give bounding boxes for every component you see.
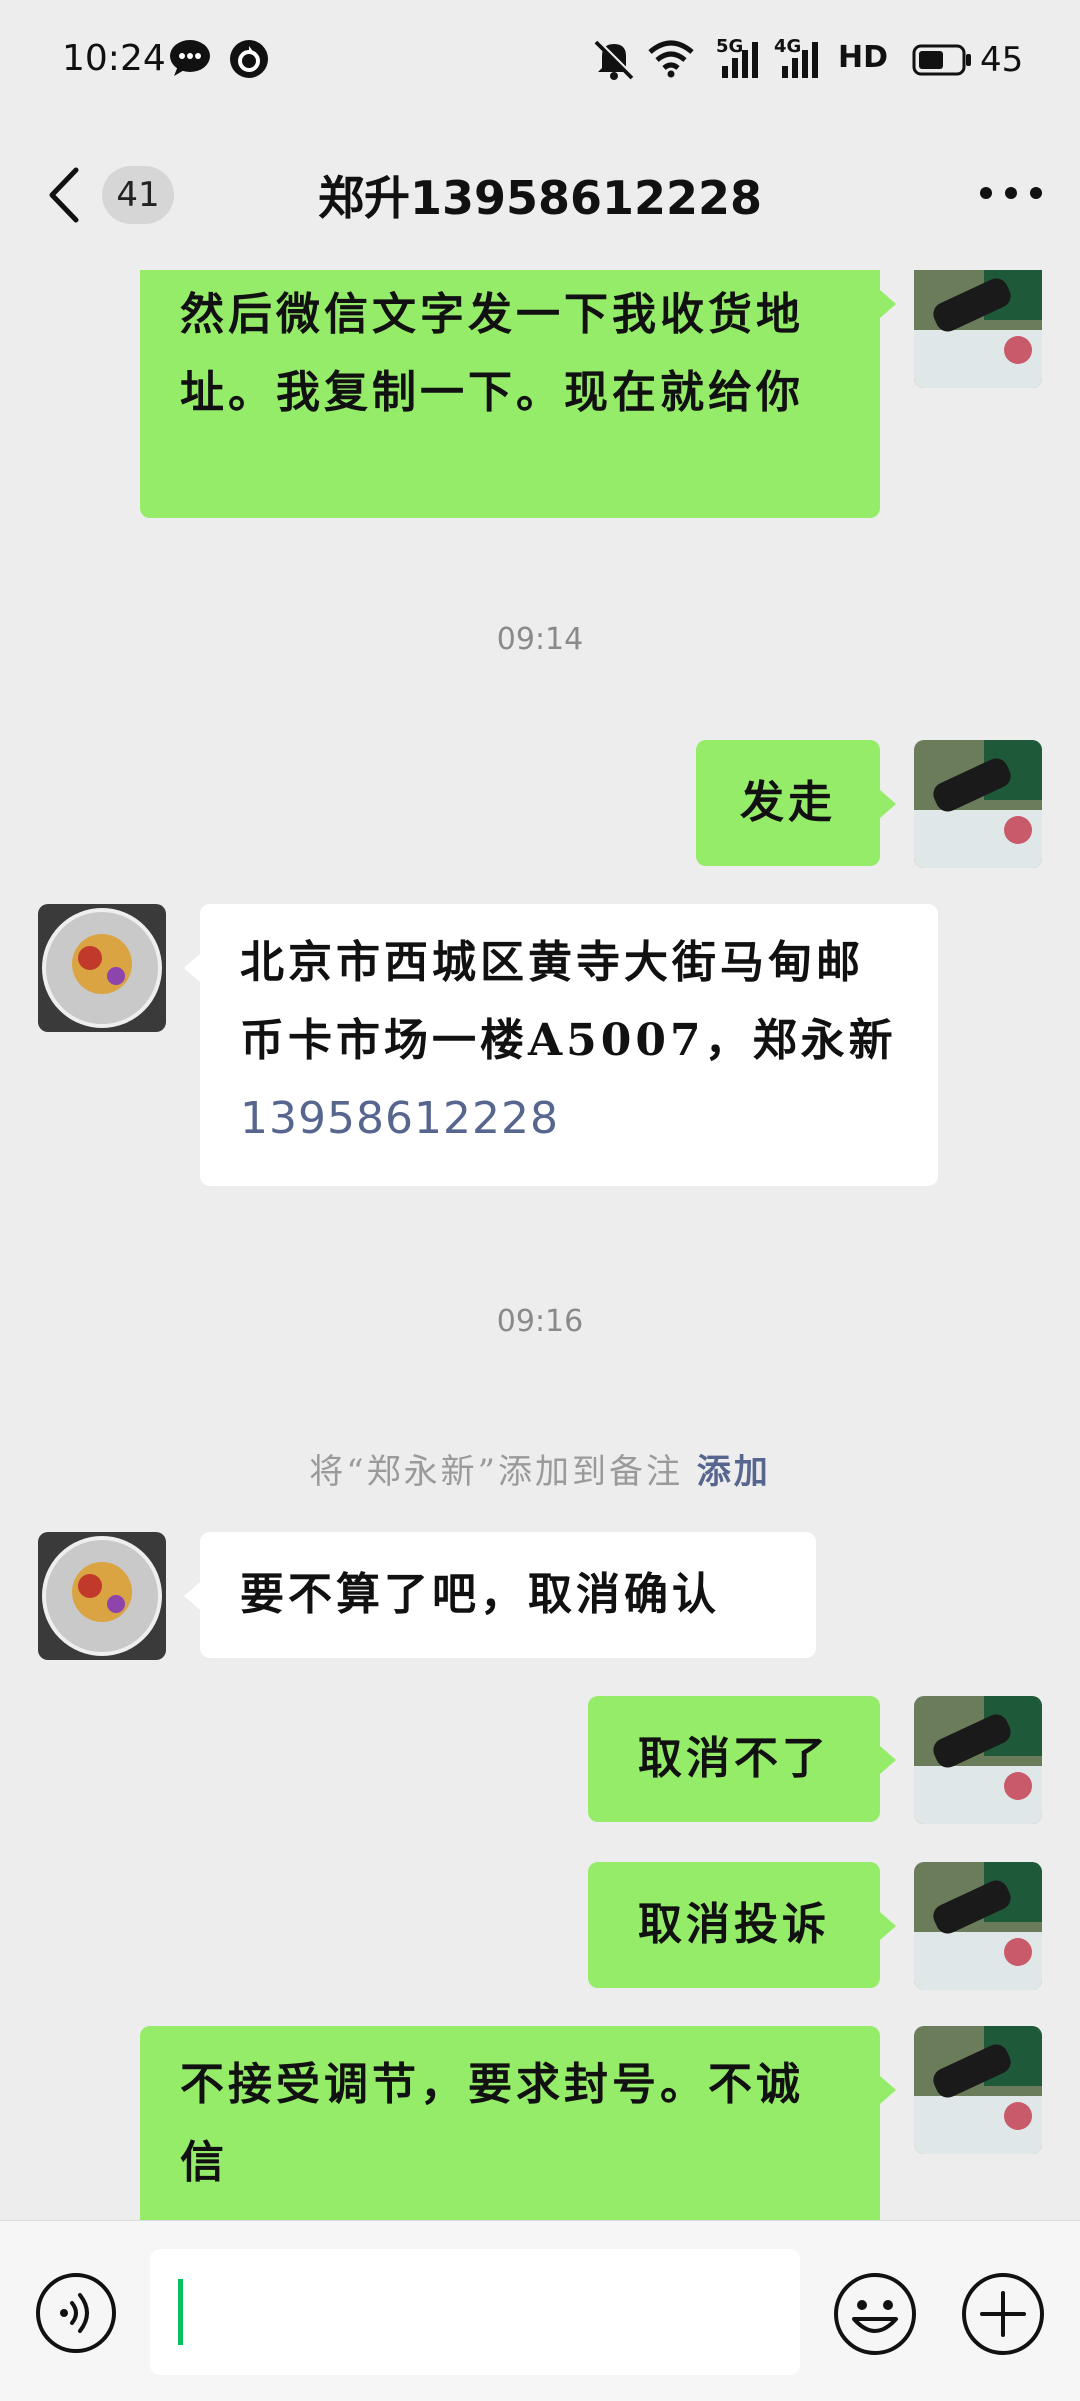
contact-avatar[interactable] [38, 1532, 166, 1660]
message-bubble[interactable]: 不接受调节，要求封号。不诚信 [140, 2026, 880, 2220]
more-dots-icon [980, 187, 1042, 199]
message-bubble[interactable]: 北京市西城区黄寺大街马甸邮币卡市场一楼A5007，郑永新 13958612228 [200, 904, 938, 1186]
flashlight-photo-avatar [914, 270, 1042, 388]
my-avatar[interactable] [914, 1696, 1042, 1824]
chevron-left-icon [49, 167, 79, 223]
signal-icon [722, 42, 758, 78]
message-notification-icon [170, 40, 210, 76]
message-bubble[interactable]: 要不算了吧，取消确认 [200, 1532, 816, 1658]
status-time: 10:24 [62, 38, 166, 79]
remark-suggestion-text: 将“郑永新”添加到备注 [309, 1452, 683, 1492]
wifi-icon [648, 40, 694, 78]
message-text: 北京市西城区黄寺大街马甸邮币卡市场一楼A5007，郑永新 [240, 937, 897, 1066]
phone-number-link[interactable]: 13958612228 [240, 1093, 559, 1144]
mute-icon [594, 39, 635, 80]
my-avatar[interactable] [914, 1862, 1042, 1990]
add-remark-link[interactable]: 添加 [697, 1452, 771, 1492]
remark-suggestion: 将“郑永新”添加到备注 添加 [0, 1444, 1080, 1493]
emoji-icon [834, 2273, 916, 2355]
voice-input-button[interactable] [34, 2271, 118, 2355]
message-input[interactable] [150, 2249, 800, 2375]
message-bubble[interactable]: 然后微信文字发一下我收货地址。我复制一下。现在就给你 [140, 270, 880, 518]
input-bar [0, 2220, 1080, 2401]
message-bubble[interactable]: 取消投诉 [588, 1862, 880, 1988]
chat-title: 郑升13958612228 [317, 171, 763, 225]
battery-icon [912, 44, 971, 76]
back-button[interactable]: 41 [44, 164, 174, 226]
battery-level: 45 [980, 40, 1024, 80]
flashlight-photo-avatar [914, 2026, 1042, 2154]
timestamp: 09:16 [496, 1304, 584, 1339]
coin-photo-avatar [38, 904, 166, 1032]
more-button[interactable] [976, 168, 1046, 218]
plus-circle-icon [962, 2273, 1044, 2355]
my-avatar[interactable] [914, 2026, 1042, 2154]
coin-photo-avatar [38, 1532, 166, 1660]
chat-message-list[interactable]: 然后微信文字发一下我收货地址。我复制一下。现在就给你 09:14 发走 北京市西… [0, 270, 1080, 2220]
hd-label: HD [838, 40, 889, 75]
flashlight-photo-avatar [914, 1696, 1042, 1824]
message-bubble[interactable]: 取消不了 [588, 1696, 880, 1822]
chat-header: 41 郑升13958612228 [0, 120, 1080, 270]
app-notification-icon [230, 40, 268, 78]
more-actions-button[interactable] [960, 2271, 1046, 2357]
timestamp: 09:14 [496, 622, 584, 657]
my-avatar[interactable] [914, 270, 1042, 388]
message-bubble[interactable]: 发走 [696, 740, 880, 866]
voice-icon [36, 2273, 116, 2353]
unread-count-badge: 41 [102, 166, 174, 224]
status-bar: 10:24 5G 4G HD 45 [0, 0, 1080, 120]
contact-avatar[interactable] [38, 904, 166, 1032]
signal-icon-2 [782, 42, 818, 78]
flashlight-photo-avatar [914, 740, 1042, 868]
my-avatar[interactable] [914, 740, 1042, 868]
emoji-button[interactable] [832, 2271, 918, 2357]
flashlight-photo-avatar [914, 1862, 1042, 1990]
text-cursor [178, 2279, 183, 2345]
